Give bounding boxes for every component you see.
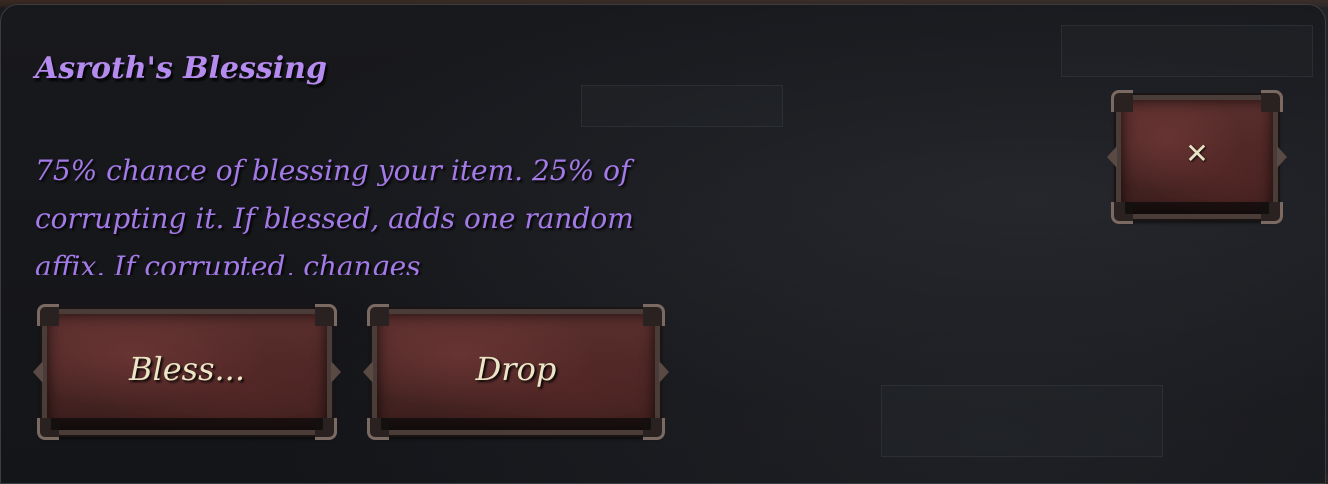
frame-corner: [643, 418, 665, 440]
background-ui-panel: [581, 85, 783, 127]
frame-corner: [1261, 202, 1283, 224]
frame-corner: [367, 418, 389, 440]
bless-button-label: Bless...: [128, 350, 246, 388]
frame-corner: [643, 304, 665, 326]
frame-corner: [367, 304, 389, 326]
dialog-description: 75% chance of blessing your item. 25% of…: [35, 154, 634, 275]
background-ui-panel: [1061, 25, 1313, 77]
frame-corner: [315, 418, 337, 440]
dialog-title: Asroth's Blessing: [35, 51, 327, 86]
frame-corner: [37, 304, 59, 326]
frame-spike: [1277, 146, 1287, 168]
frame-corner: [1111, 90, 1133, 112]
frame-spike: [1107, 146, 1117, 168]
close-icon: ✕: [1185, 136, 1209, 170]
background-ui-panel: [881, 385, 1163, 457]
drop-button-label: Drop: [475, 350, 557, 388]
close-button[interactable]: ✕: [1107, 90, 1278, 224]
drop-button[interactable]: Drop: [363, 304, 660, 440]
bless-button[interactable]: Bless...: [33, 304, 332, 440]
description-scroll-area[interactable]: 75% chance of blessing your item. 25% of…: [35, 147, 655, 275]
frame-corner: [1261, 90, 1283, 112]
frame-corner: [315, 304, 337, 326]
frame-corner: [37, 418, 59, 440]
frame-corner: [1111, 202, 1133, 224]
